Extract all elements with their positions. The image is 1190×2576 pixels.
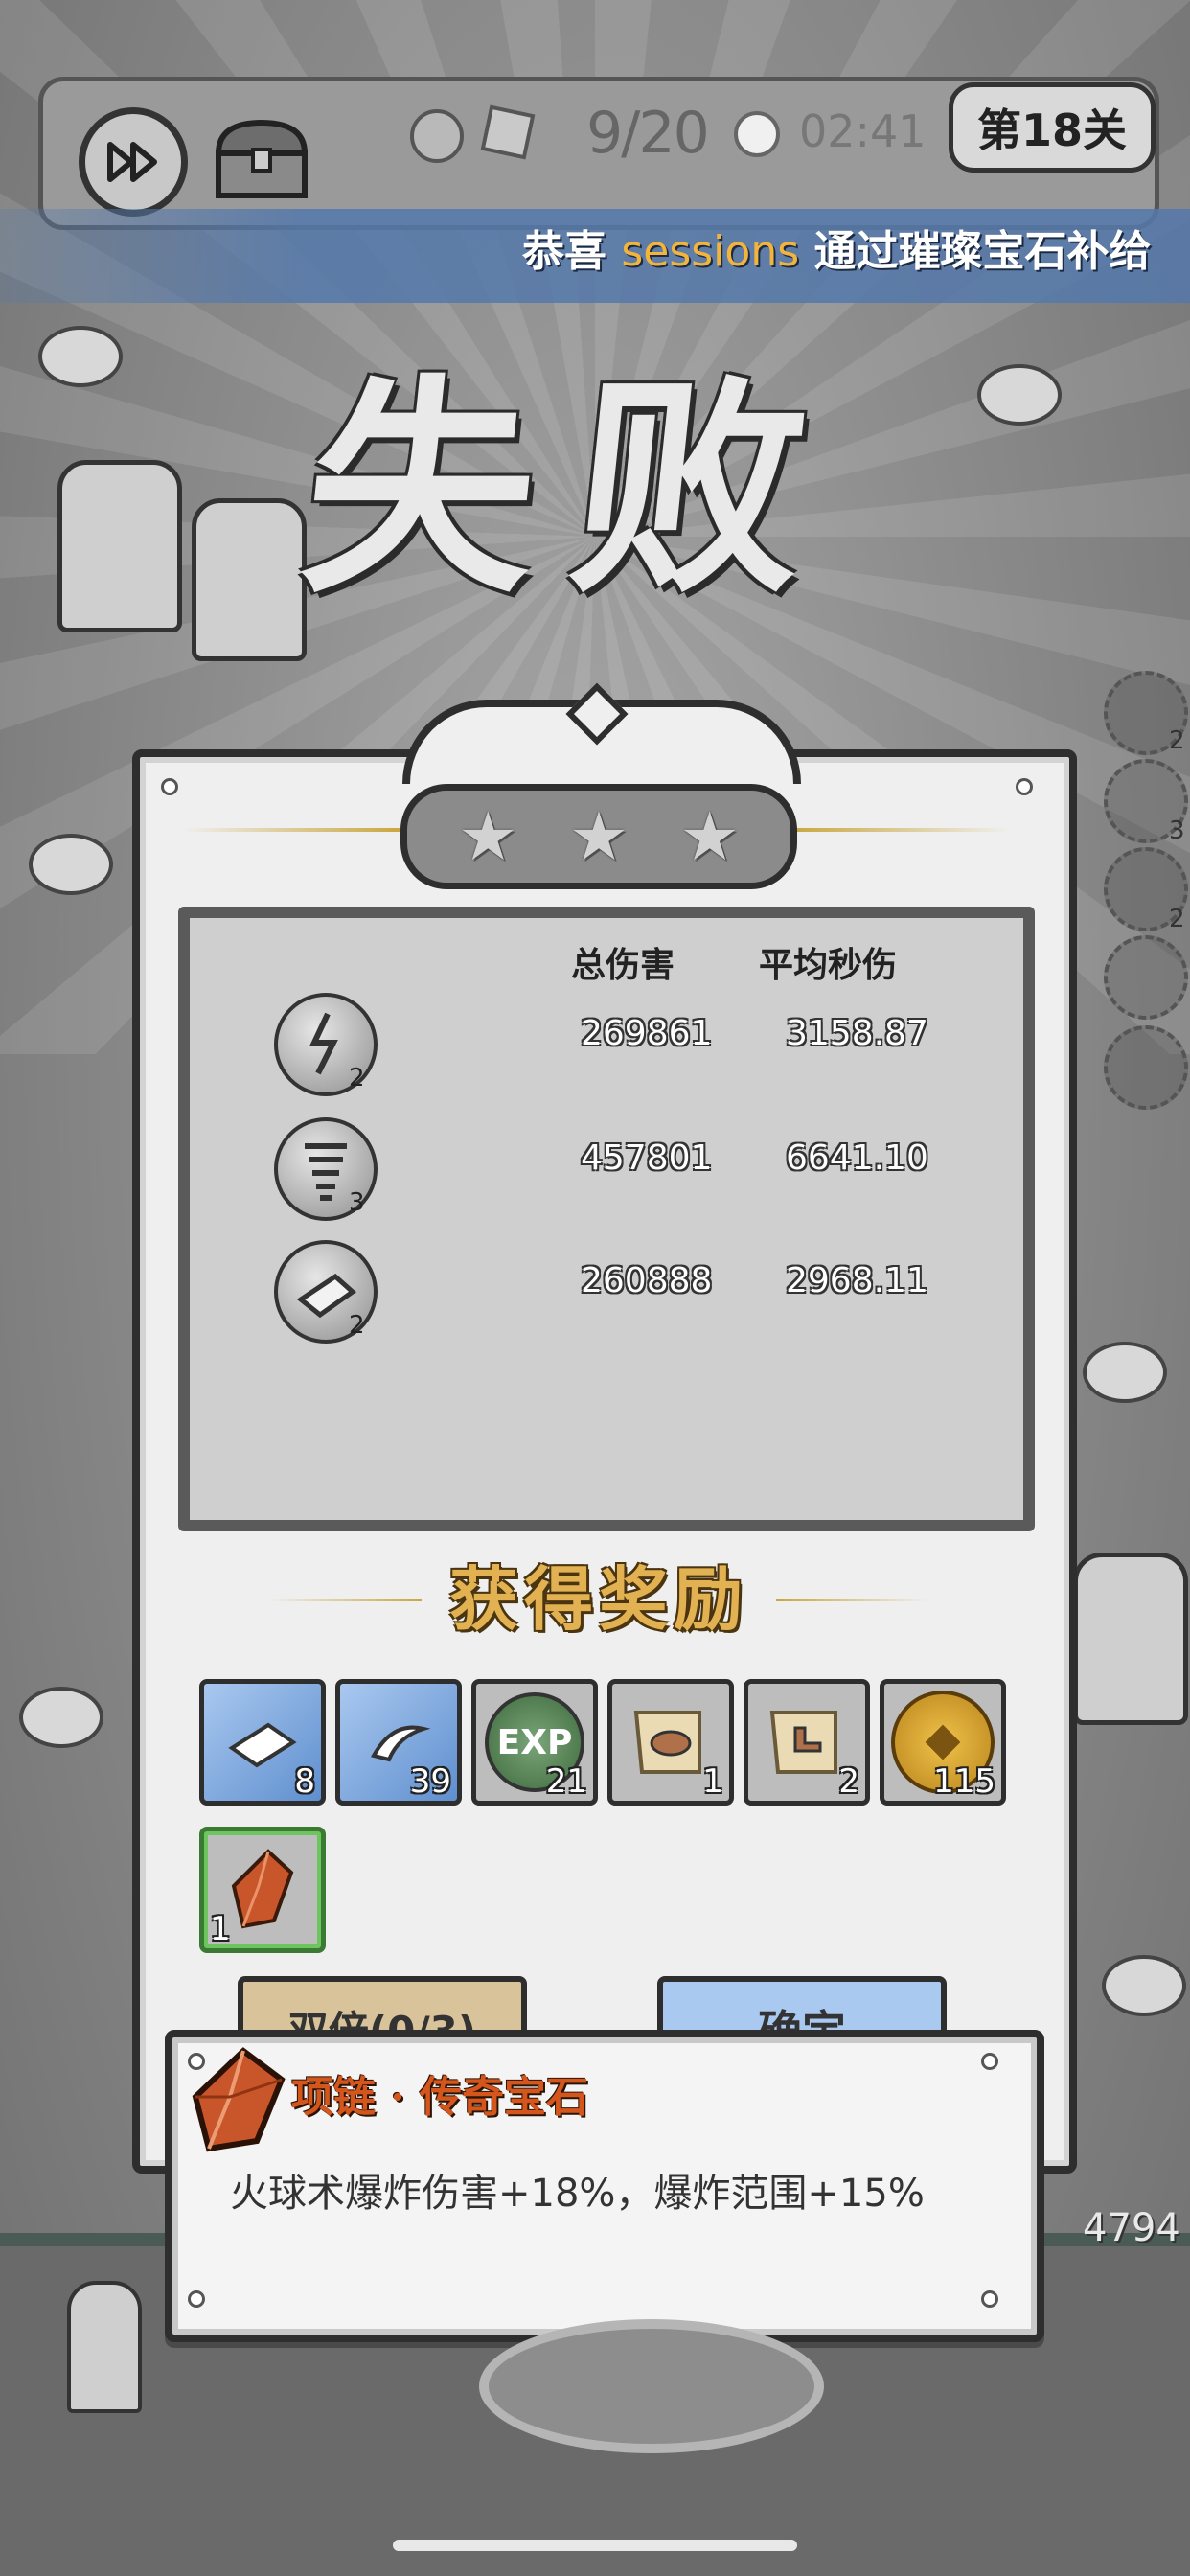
gold-divider-left [182,828,402,832]
average-dps-value: 6641.10 [786,1138,928,1178]
gold-divider-right [790,828,1010,832]
skill-level: 2 [349,1064,365,1092]
home-indicator[interactable] [393,2540,797,2551]
broadcast-suffix: 通过璀璨宝石补给 [813,227,1152,276]
reward-hat-scroll[interactable]: 1 [607,1679,734,1806]
battle-timer: 02:41 [799,105,927,157]
tooltip-rivet [981,2290,998,2308]
broadcast-player-name: sessions [621,227,800,276]
skill-level: 2 [349,1311,365,1340]
reward-legendary-gem[interactable]: 1 [199,1827,326,1953]
level-badge: 第18关 [949,82,1156,172]
broadcast-prefix: 恭喜 [522,227,606,276]
side-skill-slot-empty [1104,1025,1188,1110]
reward-count: 115 [933,1762,995,1801]
clock-icon [734,111,780,157]
gem-icon [480,104,536,160]
bunny-monster-decoration [977,364,1062,426]
tree-monster-decoration [57,460,182,632]
bunny-monster-decoration [1083,1342,1167,1403]
treasure-chest-icon[interactable] [209,115,314,201]
star-icon: ★ [679,797,741,876]
broadcast-message: 恭喜 sessions 通过璀璨宝石补给 [522,217,1151,278]
reward-exp[interactable]: EXP 21 [471,1679,598,1806]
legendary-gem-icon [192,2047,286,2152]
wave-counter: 9/20 [586,100,710,167]
bunny-monster-decoration [38,326,123,387]
reward-count: 1 [210,1910,231,1948]
reward-boot-scroll[interactable]: 2 [744,1679,870,1806]
side-slot-level: 2 [1169,905,1185,933]
bunny-monster-decoration [19,1687,103,1748]
coin-icon [410,109,464,163]
rewards-title: 获得奖励 [448,1558,748,1640]
summoning-circle [479,2319,824,2453]
reward-divider-right [776,1598,929,1601]
total-damage-value: 457801 [581,1138,713,1178]
tooltip-description: 火球术爆炸伤害+18%，爆炸范围+15% [230,2172,925,2216]
total-damage-header: 总伤害 [571,946,675,985]
fast-forward-button[interactable] [79,107,188,217]
star-icon: ★ [568,797,629,876]
average-dps-header: 平均秒伤 [759,946,898,985]
fast-forward-icon [107,142,157,182]
star-rating: ★ ★ ★ [400,784,797,889]
side-slot-level: 2 [1169,726,1185,755]
tooltip-rivet [981,2053,998,2070]
panel-rivet [161,778,178,795]
tree-monster-decoration [1073,1552,1188,1725]
reward-count: 2 [838,1762,859,1801]
average-dps-value: 3158.87 [786,1014,928,1053]
reward-count: 8 [294,1762,315,1801]
tree-monster-decoration [192,498,307,661]
total-damage-value: 260888 [581,1261,713,1300]
average-dps-value: 2968.11 [786,1261,928,1300]
reward-ice-crystal[interactable]: 8 [199,1679,326,1806]
reward-count: 21 [545,1762,587,1801]
panel-rivet [1016,778,1033,795]
reward-water-crystal[interactable]: 39 [335,1679,462,1806]
side-slot-level: 3 [1169,816,1185,845]
bunny-monster-decoration [1102,1955,1186,2016]
tooltip-title: 项链 · 传奇宝石 [291,2073,588,2122]
bunny-monster-decoration [29,834,113,895]
reward-count: 39 [409,1762,451,1801]
result-title: 失败 [292,354,858,624]
side-skill-slot-empty [1104,935,1188,1020]
reward-gold-coin[interactable]: 115 [880,1679,1006,1806]
reward-divider-left [268,1598,422,1601]
skill-level: 3 [349,1188,365,1217]
reward-count: 1 [702,1762,723,1801]
total-damage-value: 269861 [581,1014,713,1053]
damage-number: 4794 [1083,2206,1180,2250]
star-icon: ★ [457,797,518,876]
tooltip-rivet [188,2290,205,2308]
hero-character [67,2281,142,2413]
